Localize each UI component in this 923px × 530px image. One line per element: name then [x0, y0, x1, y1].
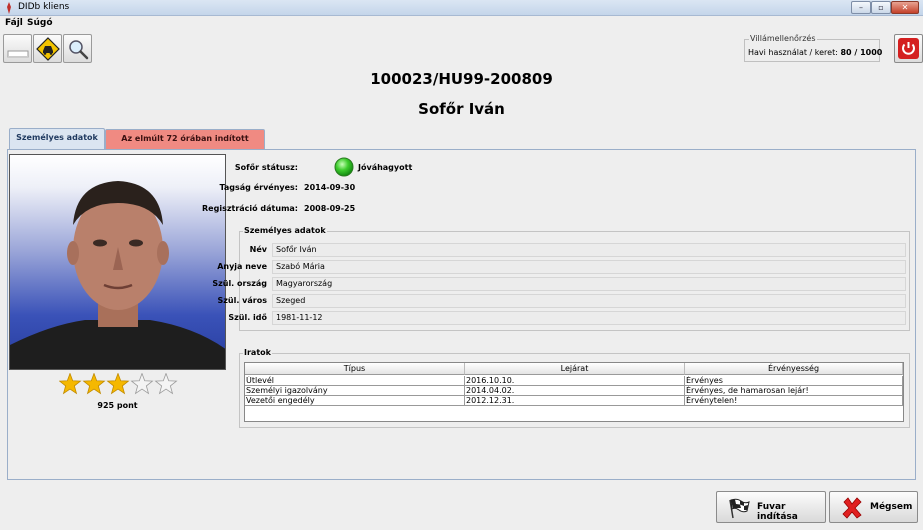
blank-page-icon: [7, 50, 29, 58]
usage-value: 80 / 1000: [840, 48, 883, 57]
personal-field-label: Szül. város: [217, 296, 268, 305]
star-filled-icon: [59, 373, 82, 395]
table-cell[interactable]: Személyi igazolvány: [245, 386, 465, 396]
column-header[interactable]: Lejárat: [465, 363, 685, 375]
table-cell[interactable]: Érvényes: [685, 376, 903, 386]
menu-bar: Fájl Súgó: [0, 16, 923, 30]
tab-recent-trips[interactable]: Az elmúlt 72 órában indított fuvarok: [105, 129, 265, 161]
personal-field-label: Szül. idő: [228, 313, 267, 322]
title-bar: DIDb kliens – ▫ ✕: [0, 0, 923, 16]
personal-data-legend: Személyes adatok: [243, 226, 327, 235]
table-cell[interactable]: Érvénytelen!: [685, 396, 903, 406]
documents-table[interactable]: Típus Lejárat Érvényesség Útlevél 2016.10.10…: [244, 362, 904, 422]
window-title: DIDb kliens: [18, 2, 70, 12]
documents-legend: Iratok: [243, 348, 272, 357]
quick-check-panel: Villámellenőrzés Havi használat / keret:…: [744, 34, 882, 62]
start-trip-label: Fuvar indítása: [757, 502, 798, 522]
column-header[interactable]: Érvényesség: [685, 363, 903, 375]
rating-points: 925 pont: [97, 401, 138, 410]
app-icon: [7, 2, 11, 14]
table-cell[interactable]: 2012.12.31.: [465, 396, 685, 406]
power-button[interactable]: [894, 34, 923, 63]
membership-value: 2014-09-30: [304, 183, 356, 192]
start-trip-button[interactable]: Fuvar indítása: [716, 491, 826, 523]
table-cell[interactable]: Útlevél: [245, 376, 465, 386]
registration-value: 2008-09-25: [304, 204, 356, 213]
table-cell[interactable]: 2014.04.02.: [465, 386, 685, 396]
power-icon: [898, 38, 919, 59]
driver-status-value: Jóváhagyott: [358, 163, 413, 172]
personal-field-value[interactable]: Szeged: [272, 294, 906, 308]
table-cell[interactable]: Érvényes, de hamarosan lejár!: [685, 386, 903, 396]
personal-field-value[interactable]: Szabó Mária: [272, 260, 906, 274]
cancel-label: Mégsem: [870, 502, 913, 512]
personal-field-value[interactable]: Magyarország: [272, 277, 906, 291]
table-cell[interactable]: Vezetői engedély: [245, 396, 465, 406]
red-x-icon: [842, 497, 862, 519]
tab-personal-data[interactable]: Személyes adatok: [9, 128, 105, 150]
checkered-flag-icon: [729, 498, 750, 519]
usage-label: Havi használat / keret:: [748, 48, 838, 57]
new-document-button[interactable]: [3, 34, 32, 63]
personal-field-value[interactable]: 1981-11-12: [272, 311, 906, 325]
quick-check-legend: Villámellenőrzés: [749, 34, 817, 43]
search-button[interactable]: [63, 34, 92, 63]
minimize-button[interactable]: –: [851, 1, 871, 14]
close-window-button[interactable]: ✕: [891, 1, 919, 14]
cancel-button[interactable]: Mégsem: [829, 491, 918, 523]
driver-status-label: Sofőr státusz:: [234, 163, 298, 172]
star-filled-icon: [106, 373, 130, 395]
menu-file[interactable]: Fájl: [5, 18, 23, 28]
personal-field-label: Anyja neve: [217, 262, 267, 271]
driver-id: 100023/HU99-200809: [370, 70, 553, 88]
driver-warning-icon: [36, 37, 60, 61]
star-empty-icon: [130, 373, 154, 395]
status-ok-icon: [334, 157, 354, 177]
column-header[interactable]: Típus: [245, 363, 465, 375]
star-empty-icon: [154, 373, 178, 395]
personal-field-label: Név: [249, 245, 267, 254]
star-filled-icon: [82, 373, 106, 395]
registration-label: Regisztráció dátuma:: [202, 204, 298, 213]
driver-sign-button[interactable]: [33, 34, 62, 63]
driver-name: Sofőr Iván: [418, 100, 505, 118]
personal-field-label: Szül. ország: [212, 279, 267, 288]
maximize-button[interactable]: ▫: [871, 1, 891, 14]
membership-label: Tagság érvényes:: [219, 183, 298, 192]
menu-help[interactable]: Súgó: [27, 18, 53, 28]
personal-field-value[interactable]: Sofőr Iván: [272, 243, 906, 257]
usage-text: Havi használat / keret: 80 / 1000: [748, 48, 882, 57]
search-icon: [69, 40, 89, 60]
table-cell[interactable]: 2016.10.10.: [465, 376, 685, 386]
rating-stars: [59, 373, 178, 395]
